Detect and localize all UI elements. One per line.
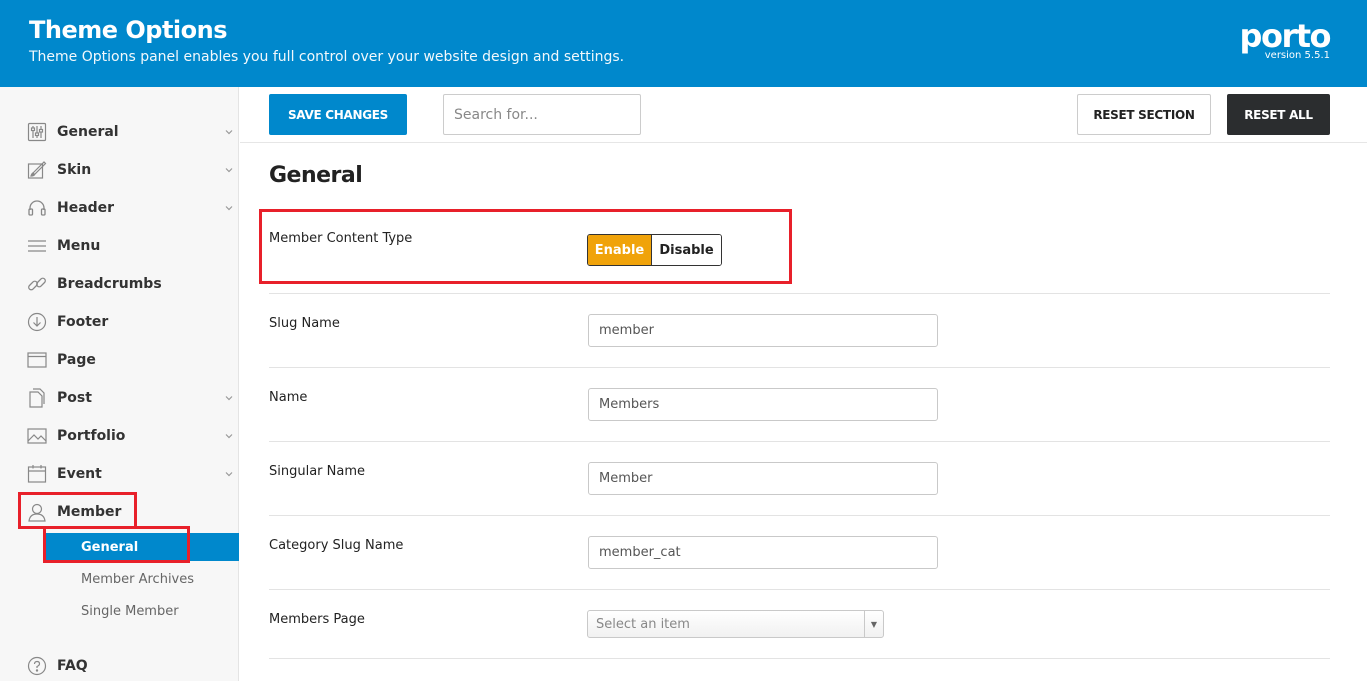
submenu-item-label: Member Archives <box>81 571 195 587</box>
sidebar-item-label: Header <box>57 200 115 216</box>
select-placeholder: Select an item <box>596 616 690 632</box>
reset-section-button[interactable]: RESET SECTION <box>1077 94 1211 135</box>
logo-text: porto <box>1239 17 1332 55</box>
section-title: General <box>269 163 363 188</box>
documents-icon <box>26 388 47 409</box>
headphones-icon <box>26 198 47 219</box>
sidebar-item-label: Post <box>57 390 92 406</box>
slug-name-input[interactable] <box>588 314 938 347</box>
porto-logo: porto version 5.5.1 <box>1239 17 1332 61</box>
sidebar-item-event[interactable]: Event <box>0 455 239 493</box>
question-circle-icon <box>26 656 47 677</box>
setting-row-member-content-type: Member Content Type Enable Disable <box>269 210 1330 294</box>
sidebar-item-label: FAQ <box>57 658 88 674</box>
brush-icon <box>26 160 47 181</box>
sidebar-item-label: Breadcrumbs <box>57 276 162 292</box>
setting-label: Members Page <box>269 612 365 627</box>
sidebar-item-label: Event <box>57 466 102 482</box>
submenu-item-label: Single Member <box>81 603 179 619</box>
search-input[interactable] <box>443 94 641 135</box>
reset-all-button[interactable]: RESET ALL <box>1227 94 1330 135</box>
sidebar: General Skin Header Menu Breadcrumbs Foo… <box>0 87 239 681</box>
chevron-down-icon <box>225 434 233 439</box>
sidebar-item-page[interactable]: Page <box>0 341 239 379</box>
chevron-down-icon <box>225 206 233 211</box>
setting-row-category-slug-name: Category Slug Name <box>269 516 1330 590</box>
link-icon <box>26 274 47 295</box>
sidebar-item-member[interactable]: Member <box>0 493 239 531</box>
enable-option[interactable]: Enable <box>588 235 652 265</box>
settings-panel: General Member Content Type Enable Disab… <box>240 143 1367 681</box>
sidebar-item-label: Member <box>57 504 122 520</box>
sidebar-item-faq[interactable]: FAQ <box>0 647 239 685</box>
sidebar-item-label: General <box>57 124 119 140</box>
sidebar-item-label: Menu <box>57 238 101 254</box>
category-slug-name-input[interactable] <box>588 536 938 569</box>
name-input[interactable] <box>588 388 938 421</box>
sidebar-item-footer[interactable]: Footer <box>0 303 239 341</box>
arrow-down-circle-icon <box>26 312 47 333</box>
sidebar-item-breadcrumbs[interactable]: Breadcrumbs <box>0 265 239 303</box>
chevron-down-icon <box>225 168 233 173</box>
sidebar-item-label: Skin <box>57 162 92 178</box>
sidebar-item-portfolio[interactable]: Portfolio <box>0 417 239 455</box>
setting-row-slug-name: Slug Name <box>269 294 1330 368</box>
sidebar-item-label: Page <box>57 352 96 368</box>
browser-window-icon <box>26 350 47 371</box>
setting-label: Slug Name <box>269 316 340 331</box>
singular-name-input[interactable] <box>588 462 938 495</box>
select-arrow-icon[interactable]: ▼ <box>864 611 883 637</box>
sidebar-item-label: Footer <box>57 314 109 330</box>
options-toolbar: SAVE CHANGES RESET SECTION RESET ALL <box>240 87 1367 143</box>
setting-row-members-page: Members Page Select an item ▼ <box>269 590 1330 659</box>
setting-row-singular-name: Singular Name <box>269 442 1330 516</box>
setting-row-name: Name <box>269 368 1330 442</box>
disable-option[interactable]: Disable <box>652 235 721 265</box>
chevron-down-icon <box>225 472 233 477</box>
submenu-item-label: General <box>81 539 139 555</box>
user-icon <box>26 502 47 523</box>
sidebar-item-label: Portfolio <box>57 428 126 444</box>
sidebar-item-general[interactable]: General <box>0 113 239 151</box>
setting-label: Name <box>269 390 308 405</box>
chevron-down-icon <box>225 396 233 401</box>
calendar-icon <box>26 464 47 485</box>
setting-label: Singular Name <box>269 464 366 479</box>
submenu-item-single-member[interactable]: Single Member <box>44 597 239 625</box>
sidebar-item-skin[interactable]: Skin <box>0 151 239 189</box>
page-subtitle: Theme Options panel enables you full con… <box>29 49 625 65</box>
theme-options-header: Theme Options Theme Options panel enable… <box>0 0 1367 87</box>
enable-disable-toggle[interactable]: Enable Disable <box>587 234 722 266</box>
setting-label: Member Content Type <box>269 231 413 246</box>
members-page-select[interactable]: Select an item ▼ <box>587 610 884 638</box>
submenu-item-general[interactable]: General <box>44 533 239 561</box>
save-changes-button[interactable]: SAVE CHANGES <box>269 94 407 135</box>
page-title: Theme Options <box>29 16 228 44</box>
sidebar-item-menu[interactable]: Menu <box>0 227 239 265</box>
sidebar-item-post[interactable]: Post <box>0 379 239 417</box>
image-icon <box>26 426 47 447</box>
setting-label: Category Slug Name <box>269 538 404 553</box>
hamburger-menu-icon <box>26 236 47 257</box>
sliders-icon <box>26 122 47 143</box>
sidebar-item-header[interactable]: Header <box>0 189 239 227</box>
chevron-down-icon <box>225 130 233 135</box>
submenu-item-member-archives[interactable]: Member Archives <box>44 565 239 593</box>
